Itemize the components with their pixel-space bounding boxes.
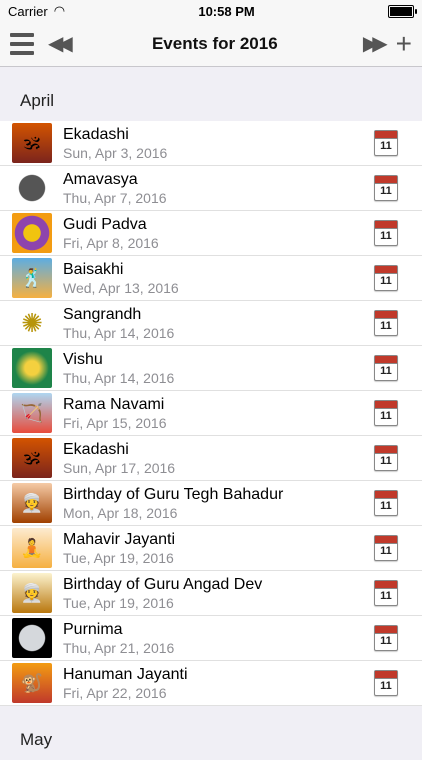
vishu-image <box>12 348 52 388</box>
event-title: Amavasya <box>63 170 138 188</box>
fast-forward-icon[interactable]: ▶▶ <box>363 34 388 54</box>
event-date: Thu, Apr 14, 2016 <box>63 369 175 386</box>
mahavir-image: 🧘 <box>12 528 52 568</box>
event-title: Birthday of Guru Angad Dev <box>63 575 263 593</box>
event-date: Fri, Apr 8, 2016 <box>63 234 159 251</box>
calendar-icon[interactable]: 11 <box>374 175 398 201</box>
gudi-padva-image <box>12 213 52 253</box>
status-bar: Carrier ◠ 10:58 PM <box>0 0 422 22</box>
calendar-icon[interactable]: 11 <box>374 670 398 696</box>
event-date: Fri, Apr 15, 2016 <box>63 414 167 431</box>
list-item[interactable]: 👳 Birthday of Guru Angad Dev Tue, Apr 19… <box>0 571 422 616</box>
full-moon-image <box>12 618 52 658</box>
section-title: April <box>20 91 55 110</box>
event-title: Mahavir Jayanti <box>63 530 176 548</box>
event-date: Sun, Apr 17, 2016 <box>63 459 176 476</box>
event-list: 🕉 Ekadashi Sun, Apr 3, 2016 11 Amavasya … <box>0 121 422 706</box>
event-date: Mon, Apr 18, 2016 <box>63 504 178 521</box>
event-title: Purnima <box>63 620 123 638</box>
event-title: Hanuman Jayanti <box>63 665 188 683</box>
calendar-icon[interactable]: 11 <box>374 355 398 381</box>
list-item[interactable]: 🏹 Rama Navami Fri, Apr 15, 2016 11 <box>0 391 422 436</box>
list-item[interactable]: Amavasya Thu, Apr 7, 2016 11 <box>0 166 422 211</box>
list-item[interactable]: 🧘 Mahavir Jayanti Tue, Apr 19, 2016 11 <box>0 526 422 571</box>
event-title: Ekadashi <box>63 440 129 458</box>
list-item[interactable]: 🕺 Baisakhi Wed, Apr 13, 2016 11 <box>0 256 422 301</box>
clock: 10:58 PM <box>198 3 255 19</box>
hamburger-icon[interactable] <box>10 33 34 55</box>
guru-angad-dev-image: 👳 <box>12 573 52 613</box>
baisakhi-image: 🕺 <box>12 258 52 298</box>
plus-icon[interactable]: + <box>396 30 412 58</box>
event-title: Vishu <box>63 350 103 368</box>
sangrandh-image: ✺ <box>12 303 52 343</box>
calendar-icon[interactable]: 11 <box>374 265 398 291</box>
event-date: Sun, Apr 3, 2016 <box>63 144 168 161</box>
battery-icon <box>387 4 417 18</box>
list-item[interactable]: 🕉 Ekadashi Sun, Apr 17, 2016 11 <box>0 436 422 481</box>
section-header-may: May <box>0 706 422 760</box>
list-item[interactable]: 🕉 Ekadashi Sun, Apr 3, 2016 11 <box>0 121 422 166</box>
list-item[interactable]: ✺ Sangrandh Thu, Apr 14, 2016 11 <box>0 301 422 346</box>
event-date: Thu, Apr 14, 2016 <box>63 324 175 341</box>
event-title: Sangrandh <box>63 305 142 323</box>
calendar-icon[interactable]: 11 <box>374 625 398 651</box>
ekadashi-image: 🕉 <box>12 438 52 478</box>
calendar-icon[interactable]: 11 <box>374 400 398 426</box>
event-date: Tue, Apr 19, 2016 <box>63 594 174 611</box>
rewind-icon[interactable]: ◀◀ <box>48 34 73 54</box>
calendar-icon[interactable]: 11 <box>374 310 398 336</box>
event-date: Wed, Apr 13, 2016 <box>63 279 179 296</box>
section-title: May <box>20 730 53 749</box>
hanuman-image: 🐒 <box>12 663 52 703</box>
calendar-icon[interactable]: 11 <box>374 130 398 156</box>
calendar-icon[interactable]: 11 <box>374 490 398 516</box>
moon-image <box>12 168 52 208</box>
nav-bar: ◀◀ Events for 2016 ▶▶ + <box>0 22 422 67</box>
list-item[interactable]: Vishu Thu, Apr 14, 2016 11 <box>0 346 422 391</box>
list-item[interactable]: 🐒 Hanuman Jayanti Fri, Apr 22, 2016 11 <box>0 661 422 706</box>
list-item[interactable]: 👳 Birthday of Guru Tegh Bahadur Mon, Apr… <box>0 481 422 526</box>
wifi-icon: ◠ <box>53 3 66 18</box>
page-title: Events for 2016 <box>151 34 278 53</box>
calendar-icon[interactable]: 11 <box>374 445 398 471</box>
calendar-icon[interactable]: 11 <box>374 220 398 246</box>
calendar-icon[interactable]: 11 <box>374 580 398 606</box>
event-date: Tue, Apr 19, 2016 <box>63 549 174 566</box>
list-item[interactable]: Gudi Padva Fri, Apr 8, 2016 11 <box>0 211 422 256</box>
ekadashi-image: 🕉 <box>12 123 52 163</box>
guru-tegh-bahadur-image: 👳 <box>12 483 52 523</box>
event-title: Ekadashi <box>63 125 129 143</box>
list-item[interactable]: Purnima Thu, Apr 21, 2016 11 <box>0 616 422 661</box>
rama-navami-image: 🏹 <box>12 393 52 433</box>
event-title: Birthday of Guru Tegh Bahadur <box>63 485 284 503</box>
event-title: Rama Navami <box>63 395 165 413</box>
calendar-icon[interactable]: 11 <box>374 535 398 561</box>
carrier-label: Carrier <box>8 3 48 19</box>
section-header-april: April <box>0 67 422 121</box>
event-date: Thu, Apr 21, 2016 <box>63 639 175 656</box>
event-title: Gudi Padva <box>63 215 147 233</box>
event-date: Thu, Apr 7, 2016 <box>63 189 167 206</box>
event-date: Fri, Apr 22, 2016 <box>63 684 167 701</box>
event-title: Baisakhi <box>63 260 124 278</box>
